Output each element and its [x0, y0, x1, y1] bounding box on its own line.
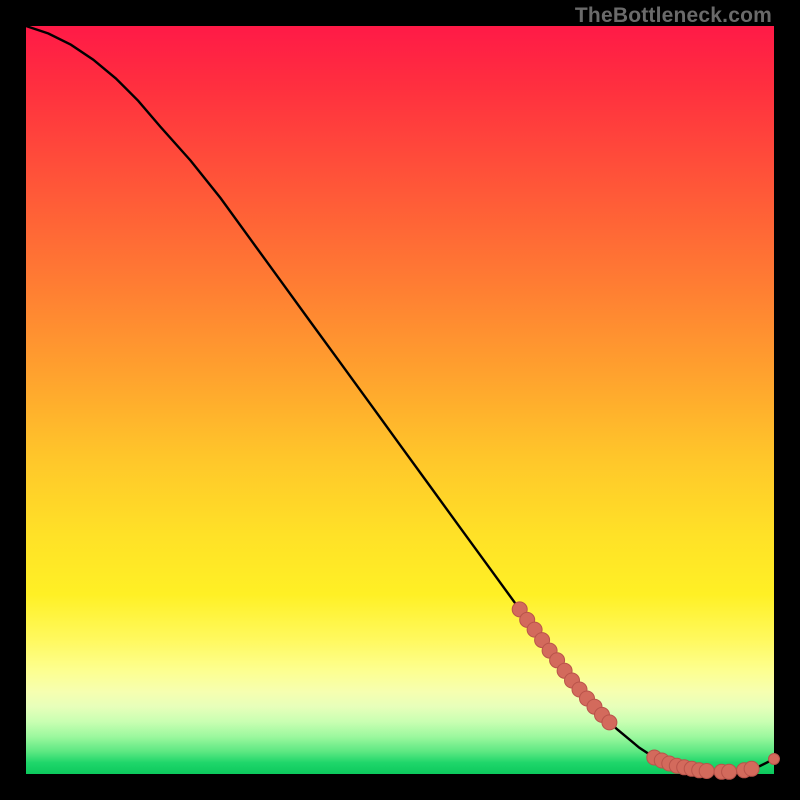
data-marker [769, 754, 780, 765]
data-marker [744, 761, 759, 776]
chart-overlay [26, 26, 774, 774]
data-marker [699, 764, 714, 779]
chart-frame: TheBottleneck.com [0, 0, 800, 800]
data-marker [722, 764, 737, 779]
watermark-text: TheBottleneck.com [575, 4, 772, 28]
data-marker [602, 715, 617, 730]
curve-line [26, 26, 774, 772]
